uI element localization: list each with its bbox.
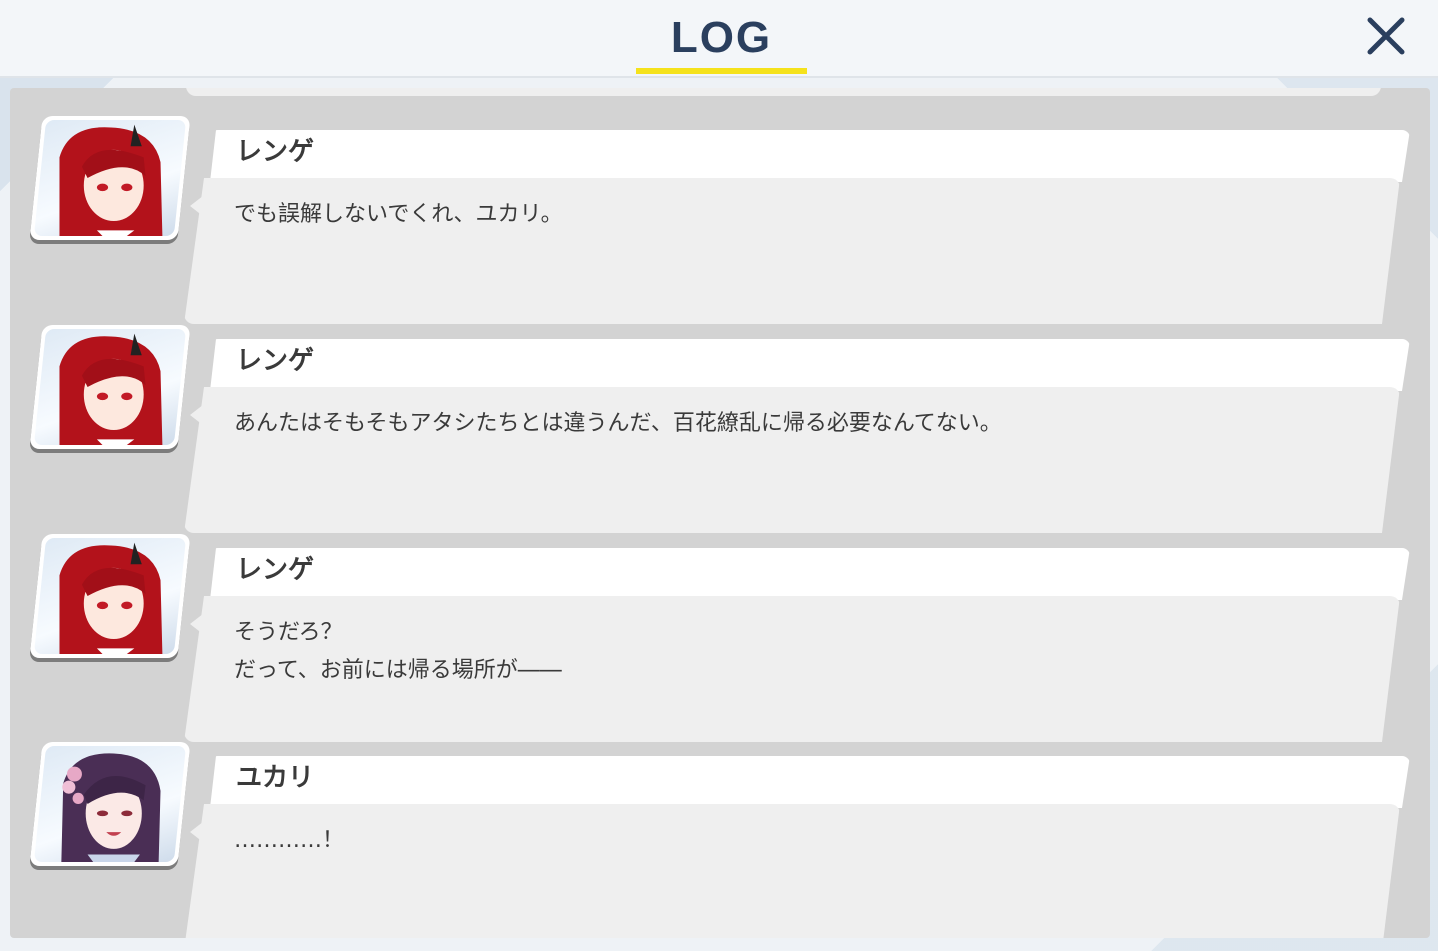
message-text: でも誤解しないでくれ、ユカリ。 bbox=[234, 202, 563, 227]
speaker-name: ユカリ bbox=[236, 763, 315, 793]
avatar bbox=[29, 534, 191, 658]
log-list[interactable]: レンゲ でも誤解しないでくれ、ユカリ。 レンゲ あんたはそもそもアタシたちとは違… bbox=[10, 88, 1430, 938]
speaker-bar bbox=[210, 756, 1410, 808]
message-text: そうだろ？ だって、お前には帰る場所が―― bbox=[234, 620, 562, 683]
speaker-bar bbox=[210, 339, 1410, 391]
close-button[interactable] bbox=[1360, 10, 1412, 62]
bubble-tail bbox=[190, 192, 208, 220]
bubble-tail bbox=[190, 818, 208, 846]
speaker-bar bbox=[210, 130, 1410, 182]
previous-entry-edge bbox=[186, 88, 1381, 96]
log-header: LOG bbox=[0, 0, 1438, 78]
close-icon bbox=[1367, 17, 1405, 55]
log-entry: レンゲ そうだろ？ だって、お前には帰る場所が―― bbox=[10, 526, 1430, 742]
log-entry: ユカリ …………！ bbox=[10, 734, 1430, 938]
bubble-tail bbox=[190, 401, 208, 429]
avatar bbox=[29, 742, 191, 866]
avatar bbox=[29, 325, 191, 449]
avatar bbox=[29, 116, 191, 240]
renge-portrait-icon bbox=[59, 542, 163, 654]
bubble-tail bbox=[190, 610, 208, 638]
yukari-portrait-icon bbox=[61, 753, 161, 862]
message-text: あんたはそもそもアタシたちとは違うんだ、百花繚乱に帰る必要なんてない。 bbox=[234, 411, 1002, 436]
speaker-name: レンゲ bbox=[236, 346, 315, 376]
renge-portrait-icon bbox=[59, 333, 163, 445]
renge-portrait-icon bbox=[59, 124, 163, 236]
page-title: LOG bbox=[670, 13, 773, 62]
speaker-name: レンゲ bbox=[236, 555, 315, 585]
speaker-name: レンゲ bbox=[236, 137, 315, 167]
message-text: …………！ bbox=[234, 828, 345, 853]
speaker-bar bbox=[210, 548, 1410, 600]
log-entry: レンゲ でも誤解しないでくれ、ユカリ。 bbox=[10, 108, 1430, 324]
title-underline bbox=[636, 68, 807, 74]
log-entry: レンゲ あんたはそもそもアタシたちとは違うんだ、百花繚乱に帰る必要なんてない。 bbox=[10, 317, 1430, 533]
